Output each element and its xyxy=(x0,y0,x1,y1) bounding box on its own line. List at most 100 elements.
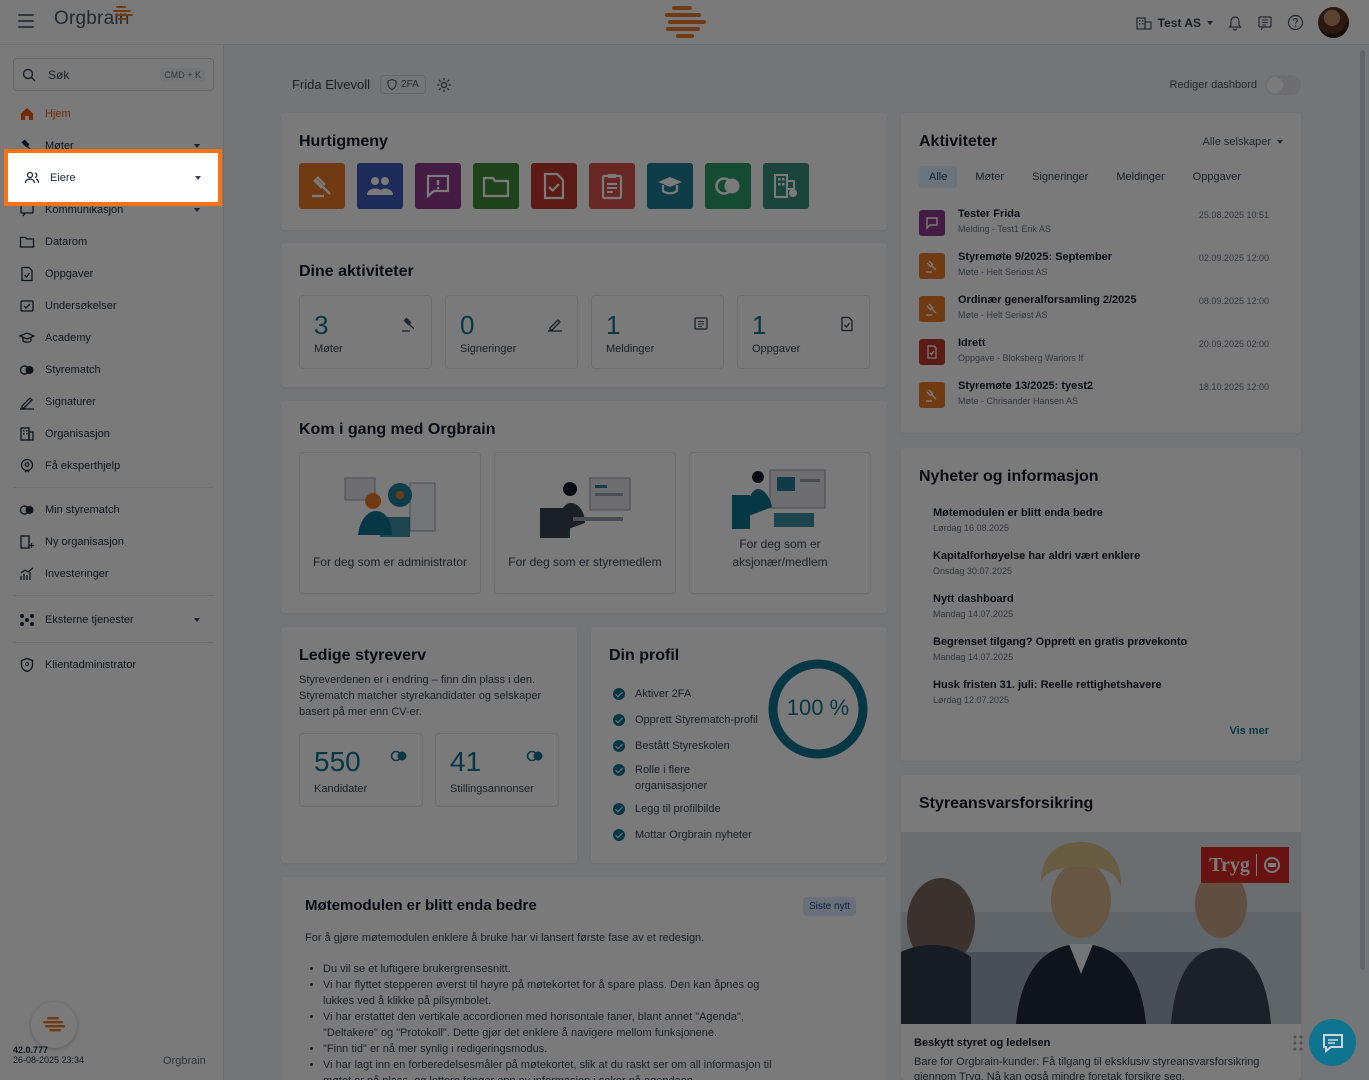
stat-tasks[interactable]: 1 Oppgaver xyxy=(737,295,870,369)
sidebar-item-min-styrematch[interactable]: Min styrematch xyxy=(13,496,214,524)
twofa-label: 2FA xyxy=(401,79,419,90)
activity-date: 08.09.2025 12:00 xyxy=(1198,296,1269,306)
activity-item[interactable]: Styremøte 13/2025: tyest2 Møte - Chrisan… xyxy=(919,380,1273,416)
stat-messages[interactable]: 1 Meldinger xyxy=(591,295,724,369)
stat-meetings[interactable]: 3 Møter xyxy=(299,295,432,369)
building-icon xyxy=(1136,16,1152,30)
tab-signeringer[interactable]: Signeringer xyxy=(1022,166,1098,188)
gavel-icon xyxy=(312,176,331,198)
sidebar-item-ny-organisasjon[interactable]: Ny organisasjon xyxy=(13,528,214,556)
users-icon xyxy=(24,171,40,184)
activity-item[interactable]: Styremøte 9/2025: September Møte - Helt … xyxy=(919,251,1273,287)
tab-moter[interactable]: Møter xyxy=(965,166,1014,188)
sidebar-item-organisasjon[interactable]: Organisasjon xyxy=(13,420,214,448)
menu-icon[interactable] xyxy=(18,14,34,28)
page-scrollbar[interactable] xyxy=(1360,50,1365,970)
tab-oppgaver[interactable]: Oppgaver xyxy=(1183,166,1251,188)
brand-logo[interactable]: Orgbrain xyxy=(54,6,133,30)
folder-icon xyxy=(19,236,35,248)
news-item[interactable]: Begrenset tilgang? Opprett en gratis prø… xyxy=(933,636,1273,662)
toggle-switch[interactable] xyxy=(1265,75,1301,95)
sidebar-item-undersokelser[interactable]: Undersøkelser xyxy=(13,292,214,320)
company-filter[interactable]: Alle selskaper xyxy=(1203,136,1283,148)
start-shareholder-card[interactable]: For deg som er aksjonær/medlem xyxy=(689,452,871,594)
users-icon xyxy=(367,177,393,195)
quick-tasks-button[interactable] xyxy=(531,163,577,209)
quick-owners-button[interactable] xyxy=(357,163,403,209)
highlight-sidebar-item-eiere[interactable]: Eiere xyxy=(4,149,222,206)
match-icon xyxy=(715,177,740,195)
chat-support-button[interactable] xyxy=(1309,1019,1356,1066)
start-boardmember-card[interactable]: For deg som er styremedlem xyxy=(494,452,676,594)
bell-icon[interactable] xyxy=(1227,15,1243,31)
sidebar-item-academy[interactable]: Academy xyxy=(13,324,214,352)
quickmenu-icons xyxy=(299,163,809,209)
activity-item[interactable]: Tester Frida Melding - Test1 Erik AS 25.… xyxy=(919,208,1273,244)
sidebar-item-oppgaver[interactable]: Oppgaver xyxy=(13,260,214,288)
stat-signatures[interactable]: 0 Signeringer xyxy=(445,295,578,369)
quick-surveys-button[interactable] xyxy=(589,163,635,209)
sidebar-item-hjem[interactable]: Hjem xyxy=(13,100,214,128)
check-icon xyxy=(613,764,625,776)
gear-icon[interactable] xyxy=(436,77,452,93)
quick-styrematch-button[interactable] xyxy=(705,163,751,209)
search-input[interactable]: Søk CMD + K xyxy=(13,58,214,91)
quick-dataroom-button[interactable] xyxy=(473,163,519,209)
news-item[interactable]: Husk fristen 31. juli: Reelle rettighets… xyxy=(933,679,1273,705)
drag-handle-icon[interactable] xyxy=(1293,1035,1303,1051)
activity-item[interactable]: Idrett Oppgave - Bloksberg Wariors If 20… xyxy=(919,337,1273,373)
stat-job-ads[interactable]: 41 Stillingsannonser xyxy=(435,733,559,807)
chevron-down-icon xyxy=(195,176,201,180)
sidebar-item-styrematch[interactable]: Styrematch xyxy=(13,356,214,384)
building-icon xyxy=(20,427,34,441)
quick-academy-button[interactable] xyxy=(647,163,693,209)
sidebar-item-eksterne-tjenester[interactable]: Eksterne tjenester xyxy=(13,606,214,634)
sidebar-item-signaturer[interactable]: Signaturer xyxy=(13,388,214,416)
user-avatar[interactable] xyxy=(1318,7,1349,38)
company-selector[interactable]: Test AS xyxy=(1136,16,1213,30)
news-more-link[interactable]: Vis mer xyxy=(1229,725,1269,737)
quick-messages-button[interactable] xyxy=(415,163,461,209)
start-admin-card[interactable]: For deg som er administrator xyxy=(299,452,481,594)
shield-icon xyxy=(387,79,397,90)
sidebar-item-label: Klientadministrator xyxy=(45,659,137,671)
tab-alle[interactable]: Alle xyxy=(919,166,958,188)
activity-item[interactable]: Ordinær generalforsamling 2/2025 Møte - … xyxy=(919,294,1273,330)
profile-item-label: Mottar Orgbrain nyheter xyxy=(635,829,752,841)
edit-dashboard-toggle[interactable]: Rediger dashbord xyxy=(1170,75,1301,95)
sidebar-item-eksperthjelp[interactable]: Få eksperthjelp xyxy=(13,452,214,480)
insurance-title: Styreansvarsforsikring xyxy=(919,795,1094,812)
sidebar-item-investeringer[interactable]: Investeringer xyxy=(13,560,214,588)
profile-item-styreskolen: Bestått Styreskolen xyxy=(613,738,763,754)
activity-title: Idrett xyxy=(958,337,986,349)
boardmember-illustration xyxy=(540,477,631,538)
profile-item-label: Legg til profilbilde xyxy=(635,803,721,815)
news-item[interactable]: Nytt dashboard Mandag 14.07.2025 xyxy=(933,593,1273,619)
pen-icon xyxy=(20,397,34,410)
help-icon[interactable] xyxy=(1287,14,1304,31)
news-item[interactable]: Kapitalforhøyelse har aldri vært enklere… xyxy=(933,550,1273,576)
sidebar-item-klientadministrator[interactable]: Klientadministrator xyxy=(13,651,214,679)
highlighted-item[interactable]: Eiere xyxy=(12,157,214,199)
chevron-down-icon xyxy=(1277,140,1283,144)
pen-icon xyxy=(548,319,562,332)
start-card-label: For deg som er administrator xyxy=(312,555,468,569)
news-item-date: Lørdag 16.08.2025 xyxy=(933,523,1010,533)
edit-dashboard-label: Rediger dashbord xyxy=(1169,79,1257,91)
stat-candidates[interactable]: 550 Kandidater xyxy=(299,733,423,807)
messages-icon[interactable] xyxy=(1257,15,1273,31)
activity-title: Styremøte 13/2025: tyest2 xyxy=(958,380,1094,392)
support-logo-button[interactable] xyxy=(31,1002,77,1048)
stat-value: 550 xyxy=(314,746,361,777)
shareholder-illustration xyxy=(732,469,826,529)
sidebar-item-datarom[interactable]: Datarom xyxy=(13,228,214,256)
activity-date: 18.10.2025 12:00 xyxy=(1198,382,1269,392)
quick-organisation-button[interactable] xyxy=(763,163,809,209)
quick-meetings-button[interactable] xyxy=(299,163,345,209)
match-icon xyxy=(390,750,407,762)
main-content: Frida Elvevoll 2FA Rediger dashbord Hurt… xyxy=(224,45,1369,1080)
tab-meldinger[interactable]: Meldinger xyxy=(1106,166,1174,188)
sidebar-item-label: Eksterne tjenester xyxy=(45,614,134,626)
news-item-title: Begrenset tilgang? Opprett en gratis prø… xyxy=(933,636,1188,648)
news-item[interactable]: Møtemodulen er blitt enda bedre Lørdag 16… xyxy=(933,507,1273,533)
